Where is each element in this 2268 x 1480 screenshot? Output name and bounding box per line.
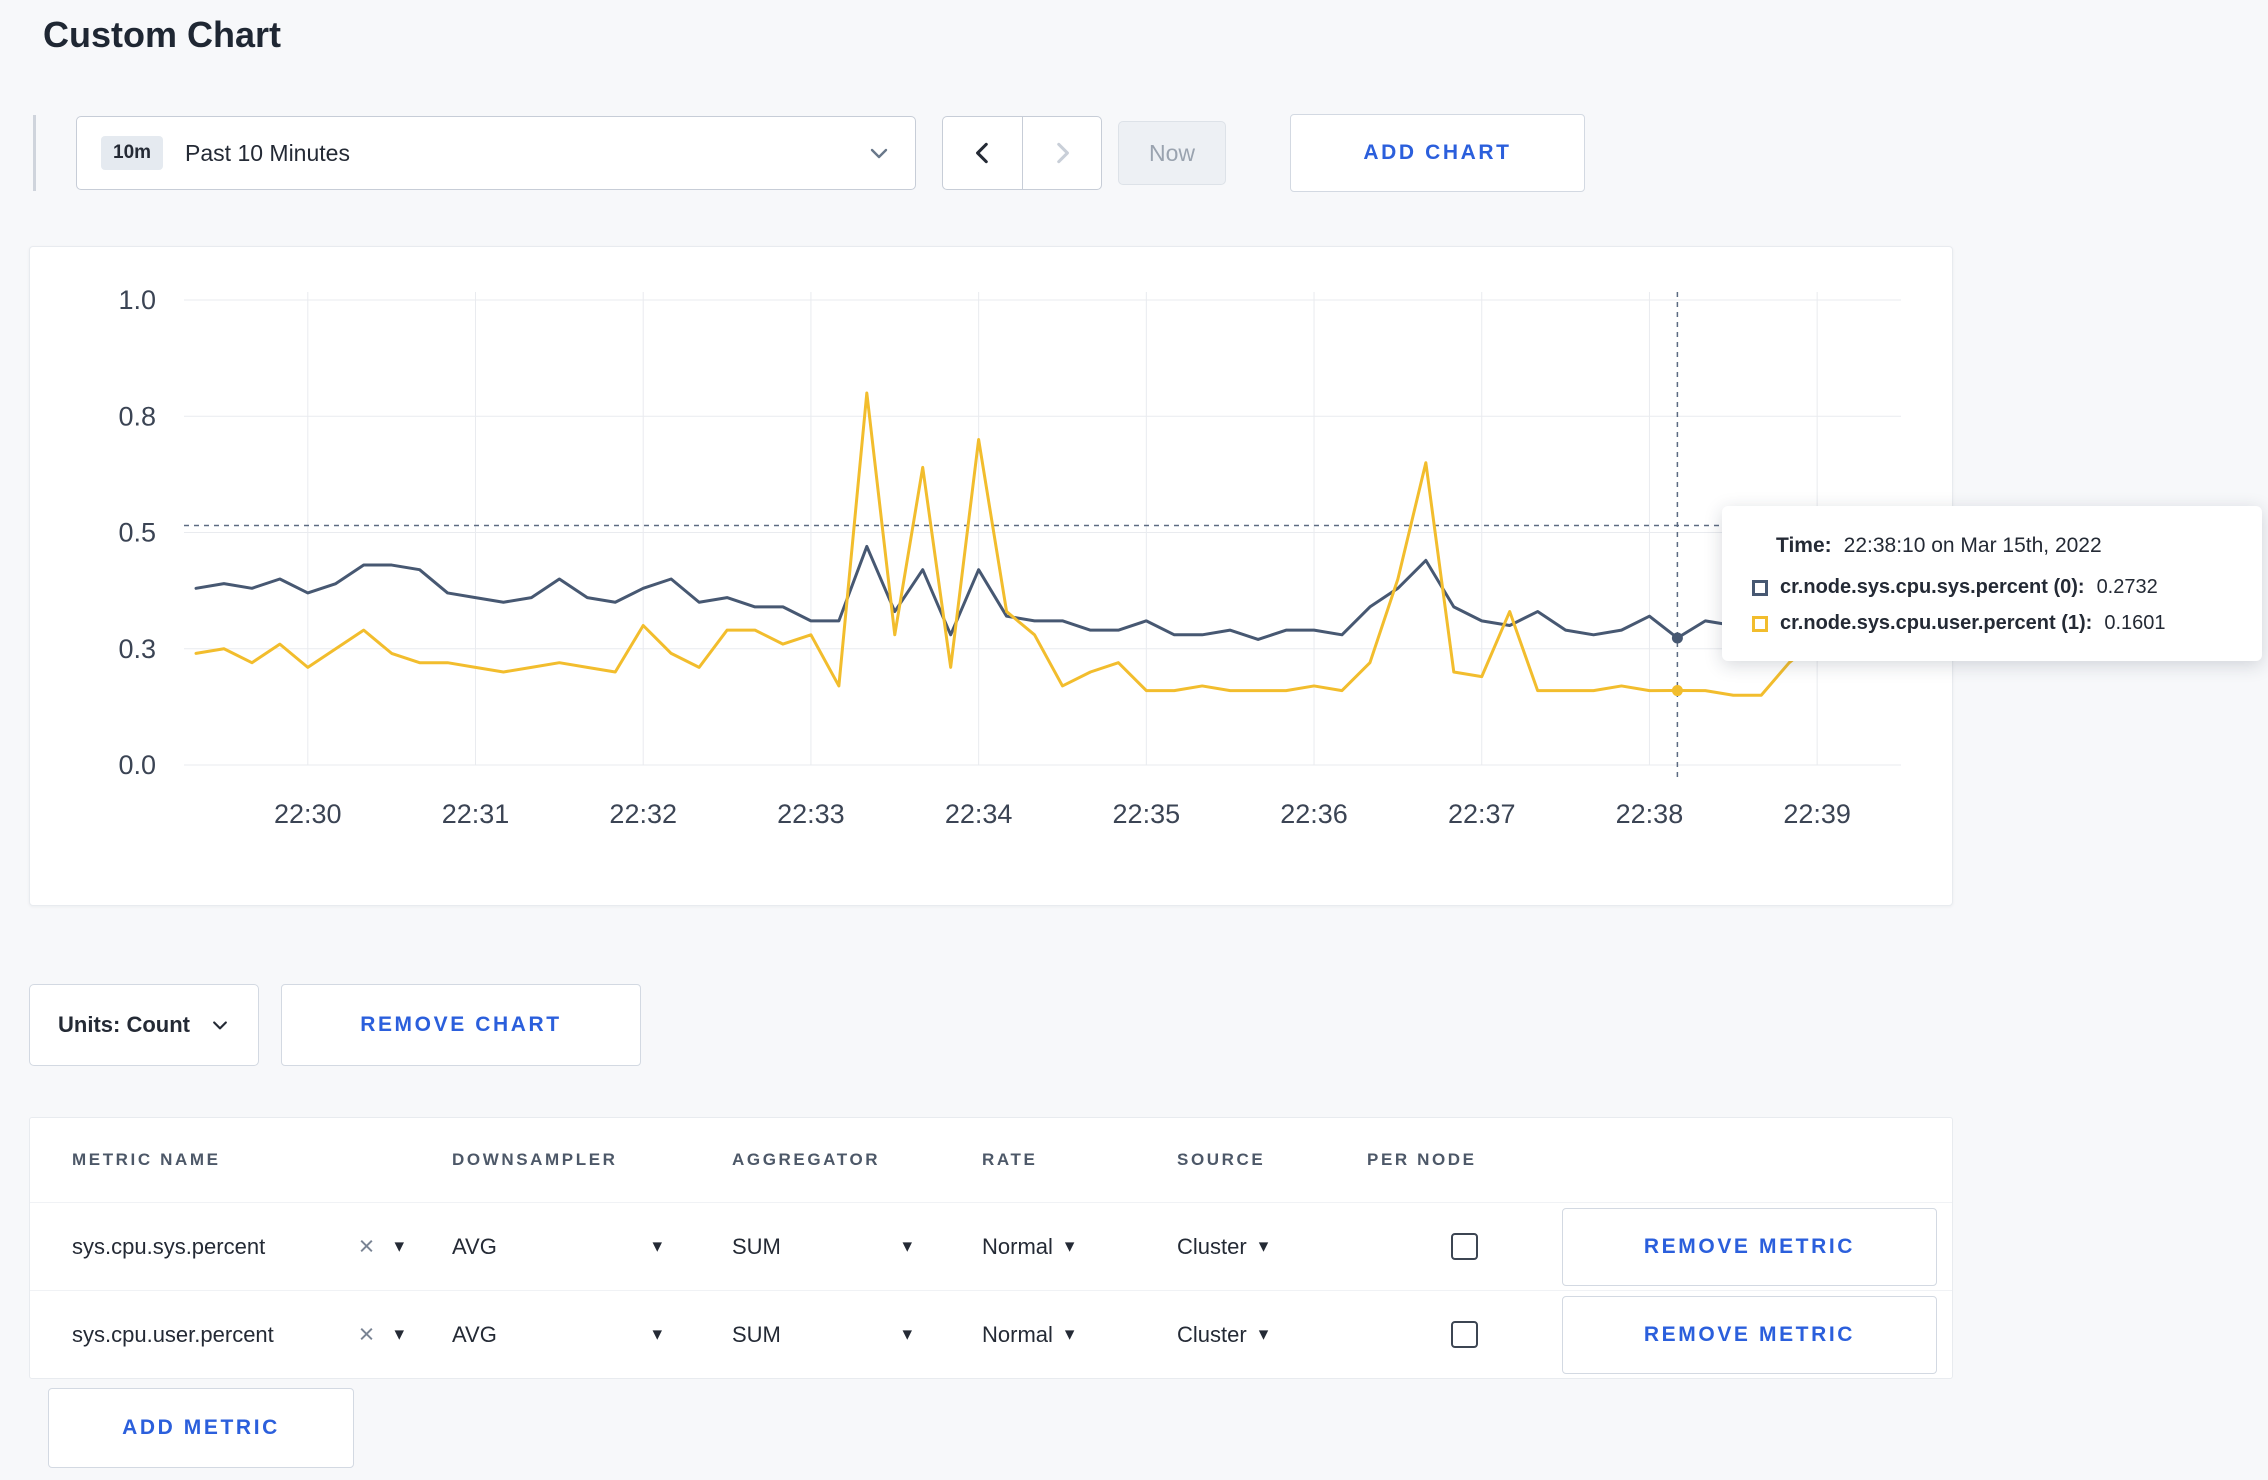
next-time-button[interactable]	[1022, 116, 1102, 190]
clear-metric-icon[interactable]: ×	[359, 1321, 375, 1348]
toolbar-divider	[33, 115, 36, 191]
svg-text:0.0: 0.0	[118, 750, 156, 780]
header-rate: RATE	[982, 1150, 1038, 1169]
tooltip-swatch	[1752, 579, 1768, 596]
metrics-table: METRIC NAME DOWNSAMPLER AGGREGATOR RATE …	[29, 1117, 1953, 1379]
tooltip-swatch	[1752, 615, 1768, 632]
toolbar: 10m Past 10 Minutes Now ADD CHART	[33, 114, 2268, 192]
dropdown-arrow-icon: ▾	[652, 1236, 662, 1257]
tooltip-series-row: cr.node.sys.cpu.user.percent (1): 0.1601	[1752, 612, 2232, 635]
dropdown-arrow-icon: ▾	[902, 1236, 912, 1257]
header-per-node: PER NODE	[1367, 1150, 1477, 1169]
source-value: Cluster	[1177, 1321, 1247, 1347]
svg-text:22:34: 22:34	[945, 799, 1013, 829]
svg-text:22:35: 22:35	[1113, 799, 1181, 829]
aggregator-select[interactable]: SUM ▾	[732, 1234, 912, 1260]
dropdown-arrow-icon: ▾	[652, 1324, 662, 1345]
remove-metric-button[interactable]: REMOVE METRIC	[1562, 1207, 1937, 1286]
downsampler-value: AVG	[452, 1321, 497, 1347]
dropdown-arrow-icon: ▾	[1064, 1324, 1075, 1345]
prev-time-button[interactable]	[942, 116, 1022, 190]
source-select[interactable]: Cluster ▾	[1177, 1322, 1367, 1348]
chart-footer-controls: Units: Count REMOVE CHART	[29, 984, 2268, 1066]
chevron-left-icon	[975, 142, 988, 164]
tooltip-series-name: cr.node.sys.cpu.sys.percent (0):	[1780, 576, 2085, 598]
tooltip-series-value: 0.2732	[2096, 576, 2158, 598]
tooltip-time-row: Time: 22:38:10 on Mar 15th, 2022	[1752, 534, 2232, 558]
remove-metric-button[interactable]: REMOVE METRIC	[1562, 1295, 1937, 1374]
svg-text:22:37: 22:37	[1448, 799, 1516, 829]
chevron-right-icon	[1057, 142, 1069, 164]
rate-value: Normal	[982, 1233, 1053, 1259]
chart-tooltip: Time: 22:38:10 on Mar 15th, 2022 cr.node.…	[1722, 506, 2262, 661]
dropdown-arrow-icon: ▾	[394, 1324, 404, 1345]
metric-row: sys.cpu.sys.percent × ▾ AVG ▾ SUM ▾ Norm…	[30, 1202, 1952, 1290]
header-source: SOURCE	[1177, 1150, 1266, 1169]
dropdown-arrow-icon: ▾	[1064, 1236, 1075, 1257]
svg-text:22:31: 22:31	[442, 799, 510, 829]
tooltip-series-value: 0.1601	[2104, 612, 2166, 634]
downsampler-select[interactable]: AVG ▾	[452, 1322, 662, 1348]
metrics-chart[interactable]: 0.0 0.3 0.5 0.8 1.0 22:30 22:31 22:32 22:33 22:34…	[31, 255, 1951, 895]
per-node-cell	[1367, 1321, 1562, 1348]
dropdown-arrow-icon: ▾	[902, 1324, 912, 1345]
per-node-checkbox[interactable]	[1451, 1321, 1478, 1348]
source-value: Cluster	[1177, 1233, 1247, 1259]
svg-text:22:30: 22:30	[274, 799, 342, 829]
time-range-label: Past 10 Minutes	[185, 139, 350, 166]
svg-text:22:32: 22:32	[609, 799, 677, 829]
metric-row: sys.cpu.user.percent × ▾ AVG ▾ SUM ▾ Nor…	[30, 1290, 1952, 1378]
rate-select[interactable]: Normal ▾	[982, 1234, 1177, 1260]
tooltip-series-row: cr.node.sys.cpu.sys.percent (0): 0.2732	[1752, 576, 2232, 599]
dropdown-arrow-icon: ▾	[1258, 1324, 1269, 1345]
add-chart-button[interactable]: ADD CHART	[1290, 114, 1586, 192]
svg-text:0.5: 0.5	[118, 518, 156, 548]
header-downsampler: DOWNSAMPLER	[452, 1150, 618, 1169]
svg-text:22:36: 22:36	[1280, 799, 1348, 829]
per-node-cell	[1367, 1233, 1562, 1260]
aggregator-value: SUM	[732, 1233, 781, 1259]
dropdown-arrow-icon: ▾	[394, 1236, 404, 1257]
rate-value: Normal	[982, 1321, 1053, 1347]
time-nav-group	[942, 116, 1102, 190]
now-button[interactable]: Now	[1118, 121, 1227, 185]
clear-metric-icon[interactable]: ×	[359, 1233, 375, 1260]
units-label: Units: Count	[58, 1012, 190, 1037]
tooltip-series-name: cr.node.sys.cpu.user.percent (1):	[1780, 612, 2093, 634]
svg-text:22:39: 22:39	[1783, 799, 1851, 829]
custom-chart-page: Custom Chart 10m Past 10 Minutes Now ADD…	[0, 0, 2268, 1480]
page-title: Custom Chart	[43, 14, 282, 55]
time-range-badge: 10m	[101, 136, 164, 170]
tooltip-time-value: 22:38:10 on Mar 15th, 2022	[1843, 534, 2102, 557]
svg-text:22:33: 22:33	[777, 799, 845, 829]
svg-text:0.3: 0.3	[118, 634, 156, 664]
add-metric-button[interactable]: ADD METRIC	[48, 1388, 354, 1468]
downsampler-value: AVG	[452, 1233, 497, 1259]
per-node-checkbox[interactable]	[1451, 1233, 1478, 1260]
downsampler-select[interactable]: AVG ▾	[452, 1234, 662, 1260]
svg-text:1.0: 1.0	[118, 285, 156, 315]
metrics-table-header: METRIC NAME DOWNSAMPLER AGGREGATOR RATE …	[30, 1118, 1952, 1202]
rate-select[interactable]: Normal ▾	[982, 1322, 1177, 1348]
metric-name-select[interactable]: sys.cpu.sys.percent × ▾	[72, 1233, 404, 1260]
metric-name-value: sys.cpu.user.percent	[72, 1321, 274, 1347]
header-aggregator: AGGREGATOR	[732, 1150, 881, 1169]
time-range-dropdown[interactable]: 10m Past 10 Minutes	[76, 116, 916, 190]
dropdown-arrow-icon: ▾	[1258, 1236, 1269, 1257]
chart-card: 0.0 0.3 0.5 0.8 1.0 22:30 22:31 22:32 22:33 22:34…	[29, 246, 1953, 906]
chevron-down-icon	[213, 1021, 227, 1030]
metric-name-select[interactable]: sys.cpu.user.percent × ▾	[72, 1321, 404, 1348]
metric-name-value: sys.cpu.sys.percent	[72, 1233, 266, 1259]
units-dropdown[interactable]: Units: Count	[29, 984, 259, 1066]
svg-text:22:38: 22:38	[1616, 799, 1684, 829]
svg-text:0.8: 0.8	[118, 401, 156, 431]
remove-chart-button[interactable]: REMOVE CHART	[280, 984, 641, 1066]
tooltip-time-label: Time:	[1776, 534, 1832, 557]
header-metric-name: METRIC NAME	[72, 1150, 221, 1169]
chevron-down-icon	[870, 148, 888, 159]
aggregator-select[interactable]: SUM ▾	[732, 1322, 912, 1348]
aggregator-value: SUM	[732, 1321, 781, 1347]
source-select[interactable]: Cluster ▾	[1177, 1234, 1367, 1260]
